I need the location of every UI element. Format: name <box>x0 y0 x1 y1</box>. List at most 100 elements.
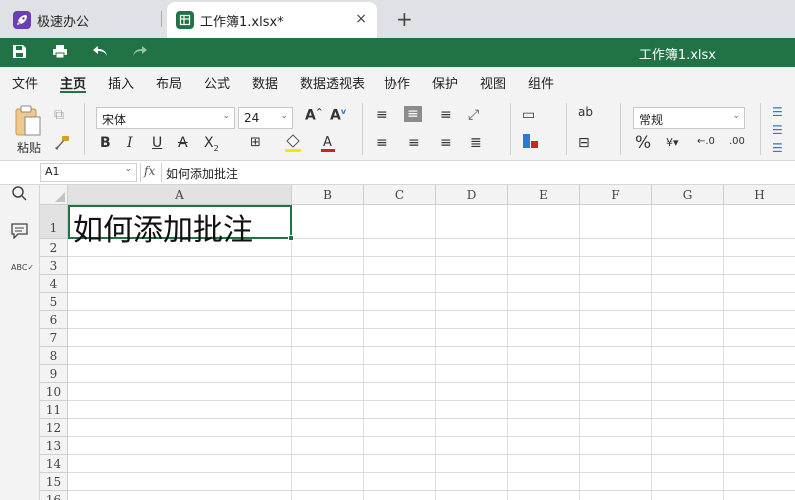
formula-bar: A1 ⌄ fx 如何添加批注 <box>0 161 795 185</box>
undo-icon[interactable] <box>92 44 108 62</box>
column-gridline <box>291 205 292 500</box>
align-right-icon[interactable]: ≡ <box>440 135 452 151</box>
subscript-icon[interactable]: X2 <box>204 135 219 153</box>
select-all-corner[interactable] <box>40 185 68 205</box>
menu-insert[interactable]: 插入 <box>108 73 134 92</box>
row-header[interactable]: 13 <box>40 437 68 455</box>
currency-icon[interactable]: ¥▾ <box>666 136 679 149</box>
strikethrough-icon[interactable]: A <box>178 135 188 151</box>
insert-function-icon[interactable]: ⊟ <box>578 135 590 151</box>
column-header[interactable]: G <box>652 185 724 205</box>
row-header[interactable]: 12 <box>40 419 68 437</box>
menu-pivot-table[interactable]: 数据透视表 <box>300 73 365 92</box>
align-middle-icon[interactable]: ≡ <box>404 106 422 122</box>
menu-formula[interactable]: 公式 <box>204 73 230 92</box>
column-header[interactable]: F <box>580 185 652 205</box>
row-header[interactable]: 3 <box>40 257 68 275</box>
underline-icon[interactable]: U <box>152 135 162 151</box>
number-format-select[interactable]: 常规 ⌄ <box>633 107 745 129</box>
paste-icon[interactable] <box>14 105 42 141</box>
row-header[interactable]: 16 <box>40 491 68 500</box>
comment-icon[interactable] <box>11 223 28 242</box>
menu-layout[interactable]: 布局 <box>156 73 182 92</box>
row-header[interactable]: 10 <box>40 383 68 401</box>
delete-cells-icon[interactable]: ☰ <box>772 123 783 137</box>
save-icon[interactable] <box>12 44 27 63</box>
wrap-text-icon[interactable]: ▭ <box>522 107 535 123</box>
name-box[interactable]: A1 ⌄ <box>40 163 137 182</box>
row-gridline <box>68 346 795 347</box>
menu-file[interactable]: 文件 <box>12 73 38 92</box>
spellcheck-sidebar-icon[interactable]: ABC✓ <box>11 263 34 272</box>
align-left-icon[interactable]: ≡ <box>376 135 388 151</box>
row-gridline <box>68 274 795 275</box>
increase-font-icon[interactable]: A^ <box>305 107 323 124</box>
print-icon[interactable] <box>52 44 68 63</box>
spellcheck-icon[interactable]: ab <box>578 105 593 119</box>
ribbon: 粘贴 ⧉ 宋体 ⌄ 24 ⌄ A^ Av B I U A X2 ⊞ A ≡ ≡ … <box>0 95 795 161</box>
align-center-icon[interactable]: ≡ <box>408 135 420 151</box>
align-top-icon[interactable]: ≡ <box>376 107 388 123</box>
insert-cells-icon[interactable]: ☰ <box>772 105 783 119</box>
search-icon[interactable] <box>11 185 28 205</box>
row-header[interactable]: 9 <box>40 365 68 383</box>
decrease-font-icon[interactable]: Av <box>330 107 346 124</box>
function-icon[interactable]: fx <box>144 164 155 178</box>
menu-view[interactable]: 视图 <box>480 73 506 92</box>
row-gridline <box>68 400 795 401</box>
font-size-select[interactable]: 24 ⌄ <box>238 107 293 129</box>
fill-color-icon[interactable] <box>284 133 302 157</box>
redo-icon[interactable] <box>132 44 148 62</box>
font-size-value: 24 <box>244 111 260 125</box>
increase-decimal-icon[interactable]: .00 <box>729 136 745 147</box>
tab-home[interactable]: 极速办公 <box>4 2 162 38</box>
fill-handle[interactable] <box>288 235 294 241</box>
menu-plugins[interactable]: 组件 <box>528 73 554 92</box>
formula-divider <box>140 163 141 182</box>
column-header[interactable]: B <box>292 185 364 205</box>
close-icon[interactable]: × <box>355 11 367 27</box>
row-header[interactable]: 2 <box>40 239 68 257</box>
row-header[interactable]: 1 <box>40 205 68 239</box>
row-header[interactable]: 11 <box>40 401 68 419</box>
format-painter-icon[interactable] <box>54 135 70 155</box>
new-tab-button[interactable]: + <box>396 7 413 31</box>
italic-icon[interactable]: I <box>127 135 133 151</box>
copy-icon[interactable]: ⧉ <box>54 107 64 123</box>
column-header[interactable]: A <box>68 185 292 205</box>
column-header[interactable]: C <box>364 185 436 205</box>
borders-icon[interactable]: ⊞ <box>250 135 261 150</box>
formula-input[interactable]: 如何添加批注 <box>166 165 238 182</box>
text-orientation-icon[interactable]: ⤢ <box>468 107 479 123</box>
tab-workbook[interactable]: 工作簿1.xlsx* × <box>167 2 377 38</box>
format-cells-icon[interactable]: ☰ <box>772 141 783 155</box>
merge-cells-icon[interactable] <box>522 133 540 153</box>
number-format-value: 常规 <box>639 113 664 127</box>
justify-icon[interactable]: ≣ <box>470 135 482 151</box>
row-header[interactable]: 8 <box>40 347 68 365</box>
bold-icon[interactable]: B <box>100 135 111 151</box>
percent-icon[interactable]: % <box>635 133 651 153</box>
decrease-decimal-icon[interactable]: ←.0 <box>697 136 715 147</box>
font-name-select[interactable]: 宋体 ⌄ <box>96 107 235 129</box>
align-bottom-icon[interactable]: ≡ <box>440 107 452 123</box>
row-gridline <box>68 364 795 365</box>
menu-home[interactable]: 主页 <box>60 73 86 92</box>
cell-a1[interactable]: 如何添加批注 <box>68 205 294 248</box>
formula-divider <box>161 163 162 182</box>
row-header[interactable]: 5 <box>40 293 68 311</box>
row-gridline <box>68 256 795 257</box>
font-color-icon[interactable]: A <box>320 133 336 157</box>
row-header[interactable]: 7 <box>40 329 68 347</box>
row-header[interactable]: 14 <box>40 455 68 473</box>
menu-protect[interactable]: 保护 <box>432 73 458 92</box>
tab-home-label: 极速办公 <box>37 14 90 30</box>
column-header[interactable]: E <box>508 185 580 205</box>
row-header[interactable]: 4 <box>40 275 68 293</box>
menu-collaborate[interactable]: 协作 <box>384 73 410 92</box>
column-header[interactable]: H <box>724 185 795 205</box>
menu-data[interactable]: 数据 <box>252 73 278 92</box>
row-header[interactable]: 15 <box>40 473 68 491</box>
column-header[interactable]: D <box>436 185 508 205</box>
row-header[interactable]: 6 <box>40 311 68 329</box>
